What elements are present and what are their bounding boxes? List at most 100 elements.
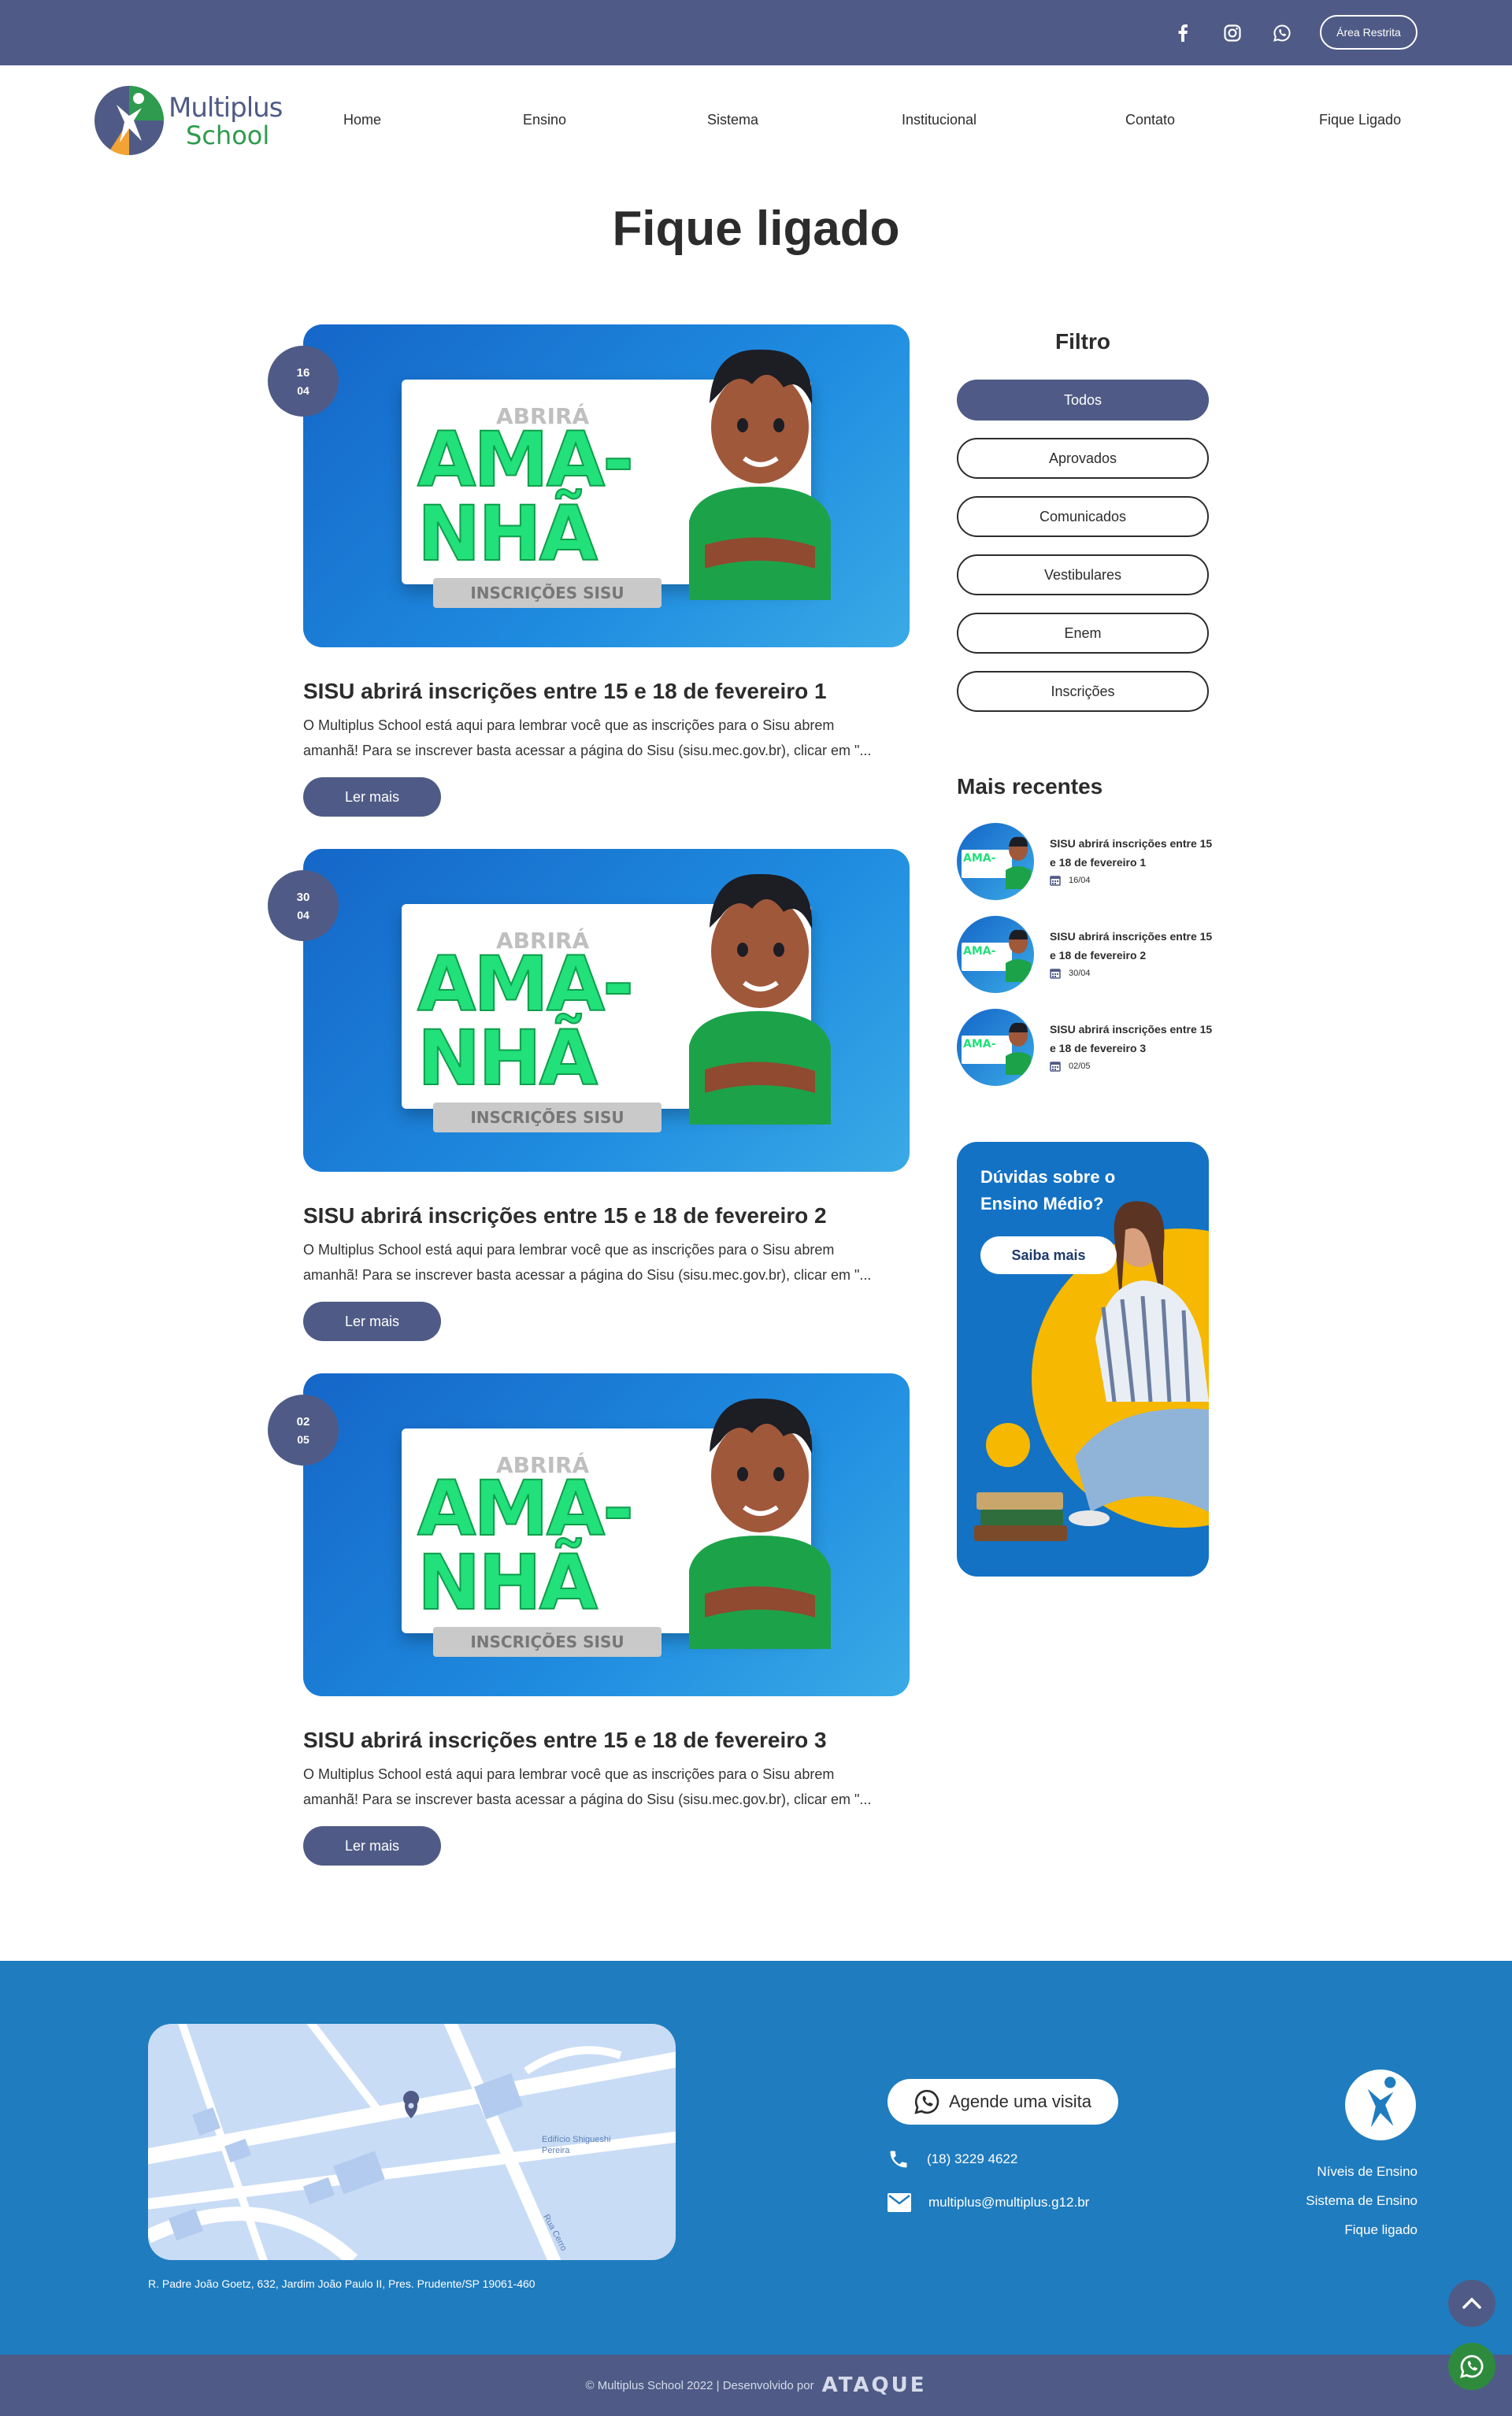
filter-title: Filtro	[1055, 329, 1110, 354]
post-title[interactable]: SISU abrirá inscrições entre 15 e 18 de …	[303, 1728, 827, 1753]
filter-todos-button[interactable]: Todos	[957, 380, 1209, 421]
footer-logo-icon[interactable]	[1343, 2068, 1418, 2142]
copyright-bar: © Multiplus School 2022 | Desenvolvido p…	[0, 2355, 1512, 2416]
thumb-text: AMA-	[963, 852, 996, 865]
nav-ensino[interactable]: Ensino	[523, 112, 566, 128]
recent-post-title[interactable]: SISU abrirá inscrições entre 15 e 18 de …	[1050, 927, 1215, 965]
post-date-badge: 02 05	[268, 1395, 339, 1466]
recent-post-title[interactable]: SISU abrirá inscrições entre 15 e 18 de …	[1050, 834, 1215, 872]
map-label-building: Edifício Shigueshi Pereira	[542, 2135, 611, 2155]
schedule-visit-button[interactable]: Agende uma visita	[888, 2079, 1118, 2125]
recent-post-title[interactable]: SISU abrirá inscrições entre 15 e 18 de …	[1050, 1020, 1215, 1058]
nav-sistema[interactable]: Sistema	[707, 112, 758, 128]
recent-post-date-text: 02/05	[1069, 1062, 1091, 1071]
brand-name-line1: Multiplus	[169, 92, 283, 124]
brand-name-line2: School	[186, 120, 270, 150]
nav-fique-ligado[interactable]: Fique Ligado	[1319, 112, 1401, 128]
student-boy-illustration	[689, 873, 831, 1125]
post-excerpt: O Multiplus School está aqui para lembra…	[303, 717, 872, 758]
recent-post-date: 16/04	[1050, 875, 1091, 886]
calendar-icon	[1050, 1062, 1061, 1072]
developer-logo[interactable]: ATAQUE	[822, 2373, 927, 2397]
recent-post-thumbnail: AMA-	[957, 1009, 1034, 1086]
filter-inscricoes-button[interactable]: Inscrições	[957, 671, 1209, 712]
promo-banner: Dúvidas sobre o Ensino Médio? Saiba mais	[957, 1142, 1209, 1577]
top-bar: Área Restrita	[0, 0, 1512, 65]
banner-text-line1: AMA-	[417, 940, 635, 1028]
filter-vestibulares-button[interactable]: Vestibulares	[957, 554, 1209, 595]
whatsapp-icon	[914, 2089, 939, 2114]
filter-aprovados-button[interactable]: Aprovados	[957, 438, 1209, 479]
nav-institucional[interactable]: Institucional	[902, 112, 976, 128]
student-boy-illustration	[689, 349, 831, 600]
logo-mark-icon	[94, 86, 164, 156]
read-more-button[interactable]: Ler mais	[303, 1826, 441, 1866]
location-map[interactable]: Edifício Shigueshi Pereira Rua Cerro	[148, 2024, 676, 2260]
read-more-button[interactable]: Ler mais	[303, 1302, 441, 1341]
footer-email[interactable]: multiplus@multiplus.g12.br	[888, 2193, 1089, 2212]
whatsapp-float-button[interactable]	[1448, 2343, 1495, 2390]
footer-phone-text: (18) 3229 4622	[927, 2151, 1018, 2166]
recent-post-date-text: 30/04	[1069, 969, 1091, 978]
multiplus-logo[interactable]: Multiplus School	[93, 84, 283, 157]
post-date-badge: 16 04	[268, 346, 339, 417]
post-card: ABRIRÁ AMA- NHÃ INSCRIÇÕES SISU 02 05 SI…	[268, 1373, 914, 1877]
recent-post-item[interactable]: AMA- SISU abrirá inscrições entre 15 e 1…	[957, 916, 1217, 995]
post-date-day: 16	[296, 365, 310, 380]
facebook-icon[interactable]	[1167, 17, 1199, 49]
footer-address: R. Padre João Goetz, 632, Jardim João Pa…	[148, 2277, 536, 2290]
restricted-area-button[interactable]: Área Restrita	[1320, 15, 1418, 50]
filter-enem-button[interactable]: Enem	[957, 613, 1209, 654]
recent-post-thumbnail: AMA-	[957, 916, 1034, 993]
footer-link-fique-ligado[interactable]: Fique ligado	[1344, 2222, 1418, 2238]
post-card: ABRIRÁ AMA- NHÃ INSCRIÇÕES SISU 30 04 SI…	[268, 849, 914, 1353]
post-title[interactable]: SISU abrirá inscrições entre 15 e 18 de …	[303, 679, 827, 704]
post-banner-image[interactable]: ABRIRÁ AMA- NHÃ INSCRIÇÕES SISU	[303, 849, 910, 1172]
mail-icon	[888, 2193, 911, 2212]
banner-text-line2: NHÃ	[417, 1014, 598, 1102]
calendar-icon	[1050, 969, 1061, 979]
post-banner-image[interactable]: ABRIRÁ AMA- NHÃ INSCRIÇÕES SISU	[303, 1373, 910, 1696]
banner-text-line1: AMA-	[417, 416, 635, 504]
banner-text-line2: NHÃ	[417, 1539, 598, 1627]
student-boy-illustration	[689, 1398, 831, 1649]
recent-post-date: 30/04	[1050, 968, 1091, 979]
banner-tag: INSCRIÇÕES SISU	[433, 578, 662, 608]
phone-icon	[890, 2151, 907, 2168]
scroll-to-top-button[interactable]	[1448, 2280, 1495, 2327]
banner-text-line1: AMA-	[417, 1465, 635, 1553]
whatsapp-icon	[1460, 2355, 1484, 2378]
recent-post-item[interactable]: AMA- SISU abrirá inscrições entre 15 e 1…	[957, 823, 1217, 902]
post-title[interactable]: SISU abrirá inscrições entre 15 e 18 de …	[303, 1203, 827, 1228]
chevron-up-icon	[1462, 2297, 1481, 2309]
post-banner-image[interactable]: ABRIRÁ AMA- NHÃ INSCRIÇÕES SISU	[303, 324, 910, 647]
post-date-day: 30	[296, 890, 310, 904]
recent-post-item[interactable]: AMA- SISU abrirá inscrições entre 15 e 1…	[957, 1009, 1217, 1088]
footer-link-sistema[interactable]: Sistema de Ensino	[1306, 2193, 1418, 2209]
post-date-month: 04	[297, 908, 309, 921]
read-more-button[interactable]: Ler mais	[303, 777, 441, 817]
filter-comunicados-button[interactable]: Comunicados	[957, 496, 1209, 537]
recent-post-date-text: 16/04	[1069, 876, 1091, 885]
learn-more-button[interactable]: Saiba mais	[980, 1236, 1117, 1274]
footer-phone[interactable]: (18) 3229 4622	[888, 2148, 1017, 2170]
post-date-month: 04	[297, 384, 309, 397]
footer-link-niveis[interactable]: Níveis de Ensino	[1317, 2164, 1418, 2180]
post-date-month: 05	[297, 1432, 309, 1446]
post-card: ABRIRÁ AMA- NHÃ INSCRIÇÕES SISU 16 04 SI…	[268, 324, 914, 828]
post-date-day: 02	[296, 1414, 310, 1428]
schedule-visit-label: Agende uma visita	[949, 2092, 1091, 2111]
calendar-icon	[1050, 876, 1061, 886]
banner-tag: INSCRIÇÕES SISU	[433, 1627, 662, 1657]
recent-posts-title: Mais recentes	[957, 774, 1103, 799]
instagram-icon[interactable]	[1217, 17, 1248, 49]
post-excerpt: O Multiplus School está aqui para lembra…	[303, 1242, 872, 1283]
banner-text-line2: NHÃ	[417, 490, 598, 578]
nav-contato[interactable]: Contato	[1125, 112, 1175, 128]
nav-home[interactable]: Home	[343, 112, 381, 128]
footer-email-text: multiplus@multiplus.g12.br	[928, 2195, 1090, 2210]
recent-post-date: 02/05	[1050, 1061, 1091, 1072]
post-excerpt: O Multiplus School está aqui para lembra…	[303, 1766, 872, 1807]
thumb-text: AMA-	[963, 945, 996, 958]
whatsapp-icon[interactable]	[1266, 17, 1298, 49]
